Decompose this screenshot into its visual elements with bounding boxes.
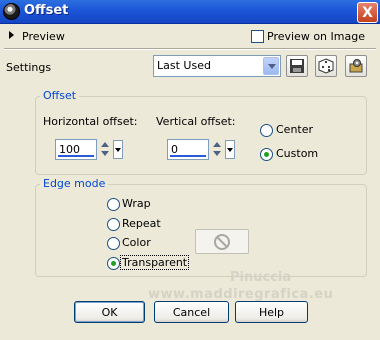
preview-on-image-checkbox[interactable] xyxy=(251,30,264,43)
save-preset-button[interactable] xyxy=(286,55,308,77)
cancel-button[interactable]: Cancel xyxy=(154,301,229,323)
color-radio[interactable] xyxy=(107,237,120,250)
wrap-radio[interactable] xyxy=(107,198,120,211)
settings-label: Settings xyxy=(6,61,52,74)
ok-button[interactable]: OK xyxy=(74,301,145,323)
preset-manager-button[interactable] xyxy=(345,55,367,77)
chevron-down-icon[interactable] xyxy=(263,57,279,75)
chevron-down-icon[interactable] xyxy=(225,140,235,159)
edge-mode-group-title: Edge mode xyxy=(40,177,109,190)
spin-arrows-icon[interactable] xyxy=(211,140,223,159)
repeat-radio[interactable] xyxy=(107,218,120,231)
preview-on-image-label[interactable]: Preview on Image xyxy=(267,30,365,43)
watermark-name: Pinuccia xyxy=(230,270,292,285)
repeat-radio-label[interactable]: Repeat xyxy=(122,217,161,230)
wrap-radio-label[interactable]: Wrap xyxy=(122,197,151,210)
center-radio-label[interactable]: Center xyxy=(276,123,313,136)
no-color-icon xyxy=(214,233,230,250)
custom-radio-label[interactable]: Custom xyxy=(276,147,318,160)
spin-arrows-icon[interactable] xyxy=(99,140,111,159)
horizontal-offset-label: Horizontal offset: xyxy=(43,115,138,128)
transparent-radio-label[interactable]: Transparent xyxy=(120,255,190,270)
offset-group-title: Offset xyxy=(40,89,80,102)
vertical-offset-label: Vertical offset: xyxy=(156,115,236,128)
transparent-radio[interactable] xyxy=(107,257,120,270)
dice-icon xyxy=(318,58,334,74)
offset-group xyxy=(35,96,367,175)
randomize-button[interactable] xyxy=(315,55,337,77)
color-swatch-button xyxy=(195,229,249,254)
custom-radio[interactable] xyxy=(260,148,273,161)
app-icon xyxy=(3,3,20,20)
floppy-disk-icon xyxy=(290,59,304,73)
center-radio[interactable] xyxy=(260,124,273,137)
settings-dropdown-value: Last Used xyxy=(157,59,211,72)
color-radio-label[interactable]: Color xyxy=(122,236,151,249)
separator xyxy=(4,48,376,50)
horizontal-offset-input[interactable]: 100 xyxy=(55,139,97,160)
help-button[interactable]: Help xyxy=(235,301,308,323)
close-button[interactable]: X xyxy=(357,2,378,23)
expand-arrow-icon[interactable] xyxy=(9,31,14,39)
settings-dropdown[interactable]: Last Used xyxy=(153,55,281,77)
chevron-down-icon[interactable] xyxy=(113,140,123,159)
horizontal-offset-spinner[interactable]: 100 xyxy=(55,139,125,160)
gear-folder-icon xyxy=(349,59,363,73)
window-title: Offset xyxy=(24,3,69,18)
vertical-offset-input[interactable]: 0 xyxy=(167,139,209,160)
watermark-url: www.maddiregrafica.eu xyxy=(148,287,334,302)
vertical-offset-spinner[interactable]: 0 xyxy=(167,139,237,160)
preview-toggle-label[interactable]: Preview xyxy=(22,30,65,43)
